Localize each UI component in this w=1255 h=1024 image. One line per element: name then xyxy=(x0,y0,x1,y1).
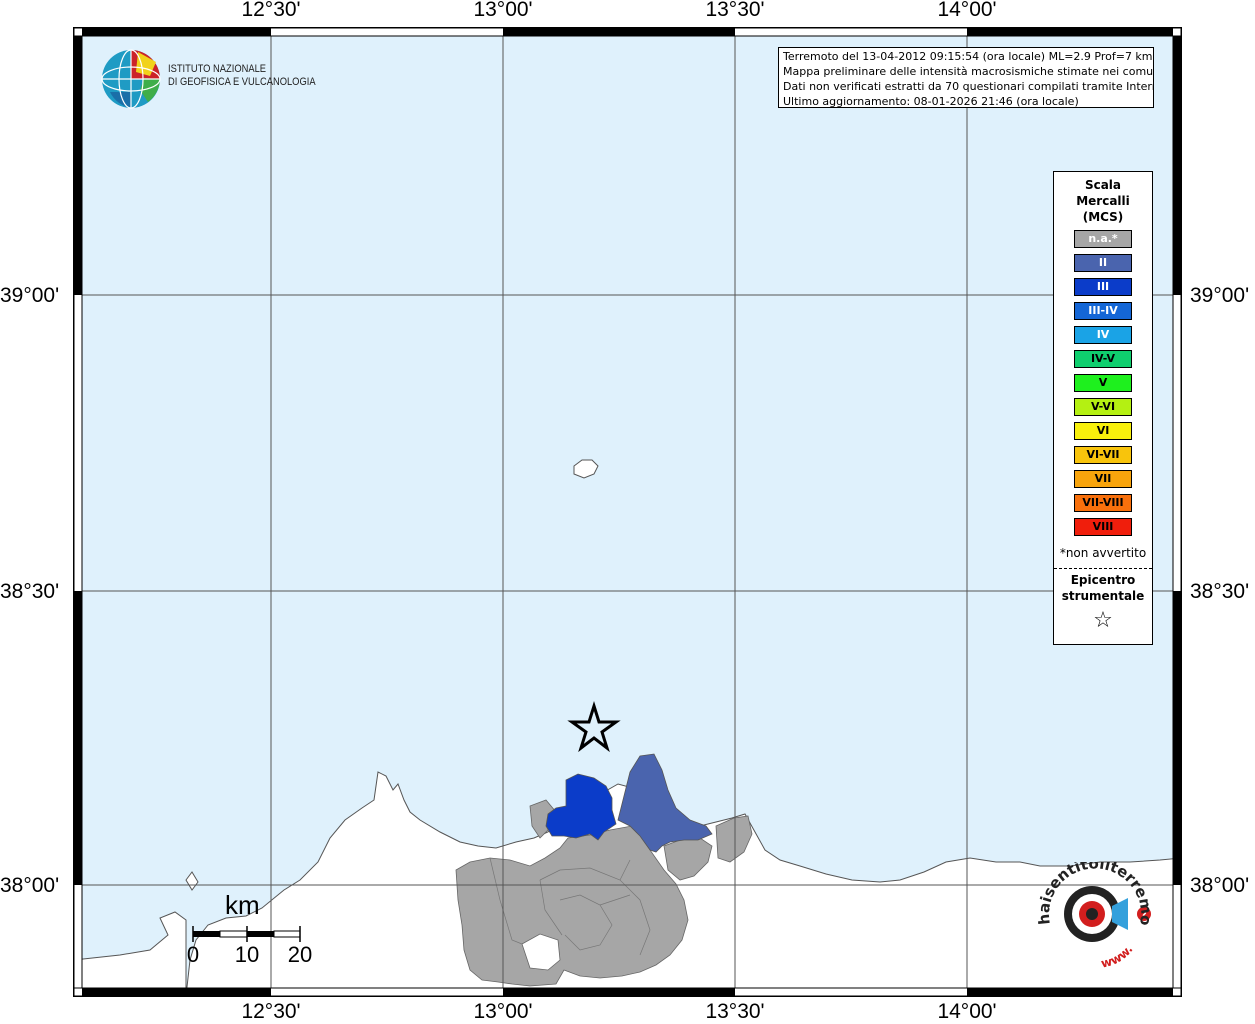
hsi-logo-graphic: ? haisentitoilterremoto.it www. xyxy=(1032,862,1155,971)
scale-bar-graphic xyxy=(192,926,301,942)
legend-swatch-v: V xyxy=(1074,374,1132,392)
logo-line2: DI GEOFISICA E VULCANOLOGIA xyxy=(168,76,316,88)
legend-epicentre-1: Epicentro xyxy=(1070,573,1136,587)
legend-swatch-vi: VI xyxy=(1074,422,1132,440)
legend-swatch-viiviii: VII-VIII xyxy=(1074,494,1132,512)
tick-top-3: 13°30' xyxy=(705,0,765,21)
tick-right-3: 38°00' xyxy=(1190,874,1250,897)
legend-epicentre-2: strumentale xyxy=(1061,589,1145,603)
tick-top-1: 12°30' xyxy=(241,0,301,21)
legend-title-1: Scala xyxy=(1084,178,1122,192)
scale-bar: km 0 10 20 xyxy=(180,890,330,970)
tick-bottom-2: 13°00' xyxy=(473,1000,533,1023)
ingv-logo: ISTITUTO NAZIONALE DI GEOFISICA E VULCAN… xyxy=(100,48,316,110)
legend-swatch-iii: III xyxy=(1074,278,1132,296)
info-line1: Terremoto del 13-04-2012 09:15:54 (ora l… xyxy=(783,50,1153,63)
globe-icon xyxy=(101,49,161,109)
legend-swatch-na: n.a.* xyxy=(1074,230,1132,248)
tick-right-2: 38°30' xyxy=(1190,580,1250,603)
tick-right-1: 39°00' xyxy=(1190,284,1250,307)
legend-title-3: (MCS) xyxy=(1082,210,1124,224)
legend-divider xyxy=(1054,568,1152,569)
tick-bottom-1: 12°30' xyxy=(241,1000,301,1023)
legend-swatch-vvi: V-VI xyxy=(1074,398,1132,416)
legend-title-2: Mercalli xyxy=(1076,194,1130,208)
scale-label-20: 20 xyxy=(287,942,313,967)
legend-swatch-viii: VIII xyxy=(1074,518,1132,536)
scale-label-0: 0 xyxy=(186,942,200,967)
legend-star-icon: ☆ xyxy=(1093,608,1113,633)
scale-label-10: 10 xyxy=(234,942,260,967)
legend-note: *non avvertito xyxy=(1059,546,1147,560)
mcs-legend: Scala Mercalli (MCS) n.a.* II III III-IV IV I… xyxy=(1053,171,1153,645)
tick-left-3: 38°00' xyxy=(0,874,60,897)
tick-bottom-3: 13°30' xyxy=(705,1000,765,1023)
tick-bottom-4: 14°00' xyxy=(937,1000,997,1023)
tick-left-1: 39°00' xyxy=(0,284,60,307)
info-line2: Mappa preliminare delle intensità macros… xyxy=(783,65,1154,78)
tick-left-2: 38°30' xyxy=(0,580,60,603)
info-line4: Ultimo aggiornamento: 08-01-2026 21:46 (… xyxy=(783,95,1079,108)
legend-swatch-vivii: VI-VII xyxy=(1074,446,1132,464)
legend-swatch-vii: VII xyxy=(1074,470,1132,488)
logo-line1: ISTITUTO NAZIONALE xyxy=(168,63,267,75)
svg-text:www.: www. xyxy=(1100,942,1136,970)
tick-top-2: 13°00' xyxy=(473,0,533,21)
event-info-box: Terremoto del 13-04-2012 09:15:54 (ora l… xyxy=(778,47,1154,108)
tick-top-4: 14°00' xyxy=(937,0,997,21)
info-line3: Dati non verificati estratti da 70 quest… xyxy=(783,80,1154,93)
hsi-logo[interactable]: ? haisentitoilterremoto.it www. xyxy=(1032,862,1162,972)
legend-swatch-ii: II xyxy=(1074,254,1132,272)
legend-swatch-iv: IV xyxy=(1074,326,1132,344)
legend-swatch-ivv: IV-V xyxy=(1074,350,1132,368)
hsi-brand-url: www. xyxy=(1100,942,1136,970)
legend-swatch-iiiiv: III-IV xyxy=(1074,302,1132,320)
